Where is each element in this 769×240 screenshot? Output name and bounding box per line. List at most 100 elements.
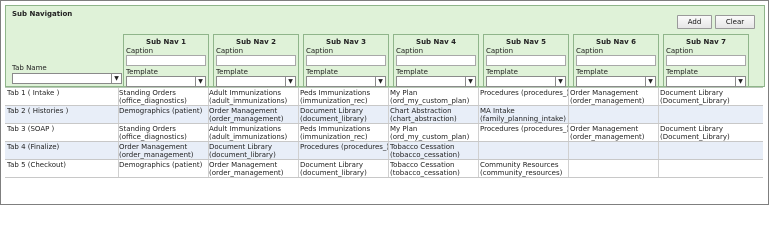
chevron-down-icon[interactable]: ▼: [375, 77, 385, 86]
caption-label: Caption: [576, 47, 604, 55]
column-divider: [658, 106, 659, 123]
chevron-down-icon[interactable]: ▼: [735, 77, 745, 86]
cell-caption: Document Library: [660, 89, 723, 97]
cell-caption: Document Library: [660, 125, 723, 133]
cell-template: (Document_Library): [660, 97, 730, 105]
sub-nav-cell: Document Library (document_library): [209, 143, 297, 159]
sub-nav-cell: Document Library (Document_Library): [660, 89, 760, 105]
cell-caption: Demographics (patient): [119, 107, 203, 115]
template-select[interactable]: ▼: [666, 76, 746, 87]
sub-nav-cell: Standing Orders (office_diagnostics): [119, 89, 207, 105]
template-select[interactable]: ▼: [396, 76, 476, 87]
caption-label: Caption: [306, 47, 334, 55]
sub-nav-cell: MA Intake (family_planning_intake): [480, 107, 568, 123]
table-row[interactable]: Tab 4 (Finalize) Order Management (order_m…: [5, 142, 763, 160]
column-divider: [208, 160, 209, 177]
table-row[interactable]: Tab 1 ( Intake ) Standing Orders (office_d…: [5, 88, 763, 106]
sub-nav-cell: My Plan (ord_my_custom_plan): [390, 125, 478, 141]
table-row[interactable]: Tab 2 ( Histories ) Demographics (patient…: [5, 106, 763, 124]
caption-label: Caption: [396, 47, 424, 55]
caption-input[interactable]: [306, 55, 386, 66]
cell-caption: MA Intake: [480, 107, 515, 115]
caption-input[interactable]: [576, 55, 656, 66]
column-divider: [658, 88, 659, 105]
sub-nav-column-4: Sub Nav 4 Caption Template ▼: [393, 34, 479, 87]
cell-caption: Order Management: [119, 143, 188, 151]
sub-nav-cell: My Plan (ord_my_custom_plan): [390, 89, 478, 105]
column-divider: [388, 124, 389, 141]
cell-caption: Order Management: [570, 89, 639, 97]
column-divider: [568, 142, 569, 159]
column-divider: [478, 142, 479, 159]
column-divider: [568, 106, 569, 123]
column-divider: [298, 142, 299, 159]
column-divider: [388, 88, 389, 105]
cell-caption: Standing Orders: [119, 125, 176, 133]
template-select[interactable]: ▼: [126, 76, 206, 87]
column-divider: [478, 124, 479, 141]
sub-nav-column-7: Sub Nav 7 Caption Template ▼: [663, 34, 749, 87]
column-divider: [118, 160, 119, 177]
cell-caption: Order Management: [209, 107, 278, 115]
sub-nav-cell: Peds Immunizations (immunization_rec): [300, 89, 388, 105]
cell-caption: Procedures (procedures_): [480, 125, 568, 133]
template-select[interactable]: ▼: [216, 76, 296, 87]
template-select[interactable]: ▼: [306, 76, 386, 87]
cell-caption: My Plan: [390, 125, 418, 133]
column-divider: [208, 124, 209, 141]
cell-template: (tobacco_cessation): [390, 169, 460, 177]
sub-nav-column-3: Sub Nav 3 Caption Template ▼: [303, 34, 389, 87]
sub-nav-cell: Procedures (procedures_): [480, 89, 568, 97]
sub-nav-cell: Document Library (document_library): [300, 161, 388, 177]
sub-nav-cell: Document Library (document_library): [300, 107, 388, 123]
cell-caption: Document Library: [209, 143, 272, 151]
caption-input[interactable]: [486, 55, 566, 66]
caption-input[interactable]: [126, 55, 206, 66]
template-select[interactable]: ▼: [486, 76, 566, 87]
tab-name-select[interactable]: ▼: [12, 73, 122, 84]
chevron-down-icon[interactable]: ▼: [285, 77, 295, 86]
chevron-down-icon[interactable]: ▼: [111, 74, 121, 83]
window-frame: Sub Navigation Add Clear Tab Name ▼ Sub …: [0, 0, 769, 205]
column-divider: [118, 124, 119, 141]
clear-button[interactable]: Clear: [715, 15, 755, 29]
caption-input[interactable]: [666, 55, 746, 66]
sub-nav-header: Sub Nav 4: [416, 38, 456, 46]
template-label: Template: [396, 68, 428, 76]
column-divider: [658, 142, 659, 159]
caption-input[interactable]: [216, 55, 296, 66]
sub-nav-cell: Community Resources (community_resources): [480, 161, 568, 177]
column-divider: [298, 88, 299, 105]
cell-template: (order_management): [209, 169, 284, 177]
chevron-down-icon[interactable]: ▼: [195, 77, 205, 86]
tab-name-cell: Tab 4 (Finalize): [7, 143, 60, 151]
table-row[interactable]: Tab 5 (Checkout) Demographics (patient) Or…: [5, 160, 763, 178]
cell-template: (order_management): [119, 151, 194, 159]
caption-input[interactable]: [396, 55, 476, 66]
column-divider: [388, 160, 389, 177]
template-select[interactable]: ▼: [576, 76, 656, 87]
sub-nav-table: Tab 1 ( Intake ) Standing Orders (office_d…: [5, 87, 763, 178]
column-divider: [568, 160, 569, 177]
cell-caption: Demographics (patient): [119, 161, 203, 169]
sub-nav-header: Sub Nav 3: [326, 38, 366, 46]
sub-nav-column-2: Sub Nav 2 Caption Template ▼: [213, 34, 299, 87]
table-row[interactable]: Tab 3 (SOAP ) Standing Orders (office_diag…: [5, 124, 763, 142]
chevron-down-icon[interactable]: ▼: [645, 77, 655, 86]
sub-nav-cell: Procedures (procedures_): [300, 143, 388, 151]
sub-nav-header: Sub Nav 5: [506, 38, 546, 46]
cell-caption: Tobacco Cessation: [390, 143, 455, 151]
chevron-down-icon[interactable]: ▼: [465, 77, 475, 86]
sub-nav-cell: Tobacco Cessation (tobacco_cessation): [390, 161, 478, 177]
cell-caption: Procedures (procedures_): [300, 143, 388, 151]
sub-nav-cell: Demographics (patient): [119, 161, 207, 169]
sub-navigation-panel: Sub Navigation Add Clear Tab Name ▼ Sub …: [5, 5, 765, 87]
add-button[interactable]: Add: [677, 15, 712, 29]
cell-template: (document_library): [300, 169, 367, 177]
cell-template: (tobacco_cessation): [390, 151, 460, 159]
sub-nav-cell: Order Management (order_management): [209, 161, 297, 177]
column-divider: [658, 124, 659, 141]
sub-nav-header: Sub Nav 6: [596, 38, 636, 46]
chevron-down-icon[interactable]: ▼: [555, 77, 565, 86]
template-label: Template: [306, 68, 338, 76]
